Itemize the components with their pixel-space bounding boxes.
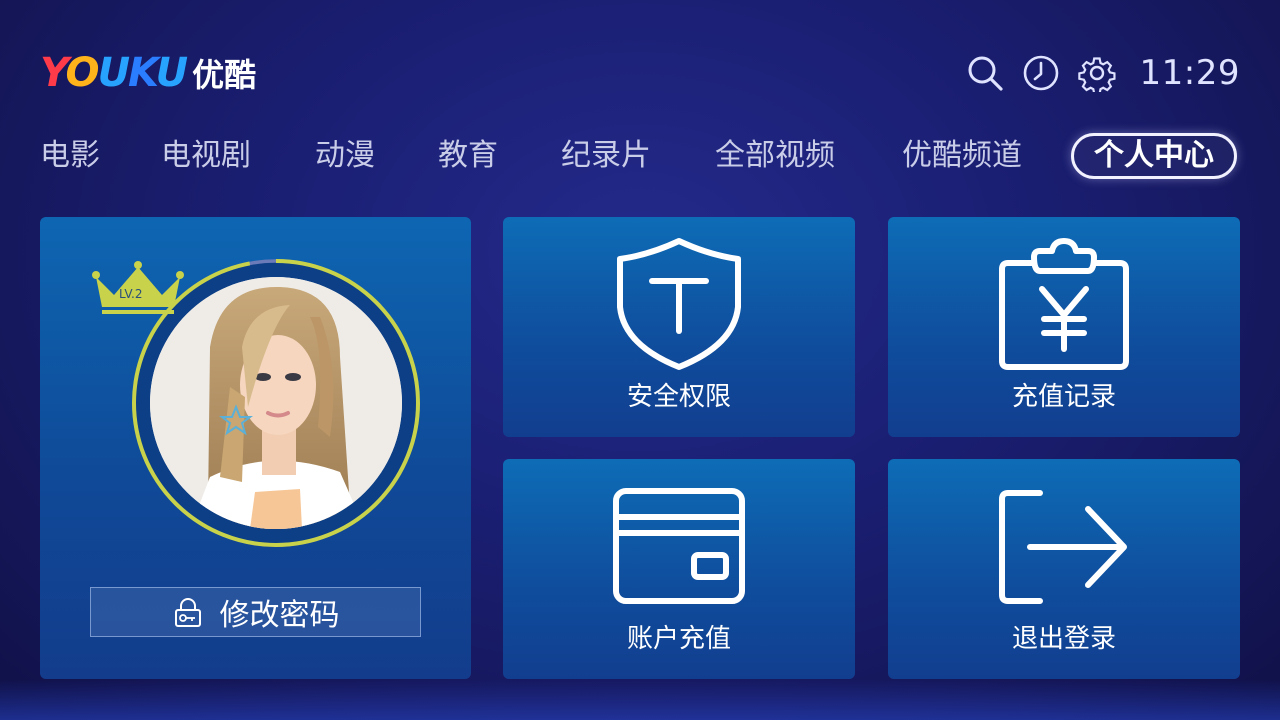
profile-card[interactable]: LV.2 修改密码 xyxy=(40,217,471,679)
search-icon[interactable] xyxy=(966,54,1004,92)
logout-tile[interactable]: 退出登录 xyxy=(888,459,1240,679)
recharge-record-tile[interactable]: 充值记录 xyxy=(888,217,1240,437)
nav-item-personal-center[interactable]: 个人中心 xyxy=(1071,133,1237,179)
avatar xyxy=(150,277,402,529)
change-password-button[interactable]: 修改密码 xyxy=(90,587,421,637)
card-icon xyxy=(613,488,745,604)
security-permissions-label: 安全权限 xyxy=(626,382,731,412)
shield-icon xyxy=(617,238,741,370)
top-nav: 电影 电视剧 动漫 教育 纪录片 全部视频 优酷频道 个人中心 xyxy=(0,132,1280,180)
clock-time: 11:29 xyxy=(1139,53,1240,93)
logo-wordmark: YOUKU xyxy=(40,50,188,96)
nav-item-education[interactable]: 教育 xyxy=(438,132,498,180)
account-recharge-label: 账户充值 xyxy=(626,624,731,654)
yuan-clipboard-icon xyxy=(999,238,1129,370)
youku-logo: YOUKU 优酷 xyxy=(40,48,256,98)
level-label: LV.2 xyxy=(119,287,143,301)
account-recharge-tile[interactable]: 账户充值 xyxy=(503,459,855,679)
nav-item-documentary[interactable]: 纪录片 xyxy=(561,132,651,180)
logout-icon xyxy=(999,490,1127,604)
history-icon[interactable] xyxy=(1022,54,1060,92)
settings-icon[interactable] xyxy=(1077,54,1116,92)
nav-item-anime[interactable]: 动漫 xyxy=(315,132,375,180)
change-password-label: 修改密码 xyxy=(219,598,340,633)
nav-item-tv-series[interactable]: 电视剧 xyxy=(161,132,251,180)
lock-key-icon xyxy=(174,598,201,627)
bottom-glow xyxy=(0,680,1280,720)
recharge-record-label: 充值记录 xyxy=(1011,382,1116,412)
logo-chinese: 优酷 xyxy=(192,56,257,94)
top-right-toolbar: 11:29 xyxy=(966,50,1240,96)
nav-item-movies[interactable]: 电影 xyxy=(40,132,100,180)
nav-item-all-videos[interactable]: 全部视频 xyxy=(715,132,835,180)
security-permissions-tile[interactable]: 安全权限 xyxy=(503,217,855,437)
logout-label: 退出登录 xyxy=(1011,624,1116,654)
nav-item-youku-channel[interactable]: 优酷频道 xyxy=(902,132,1022,180)
